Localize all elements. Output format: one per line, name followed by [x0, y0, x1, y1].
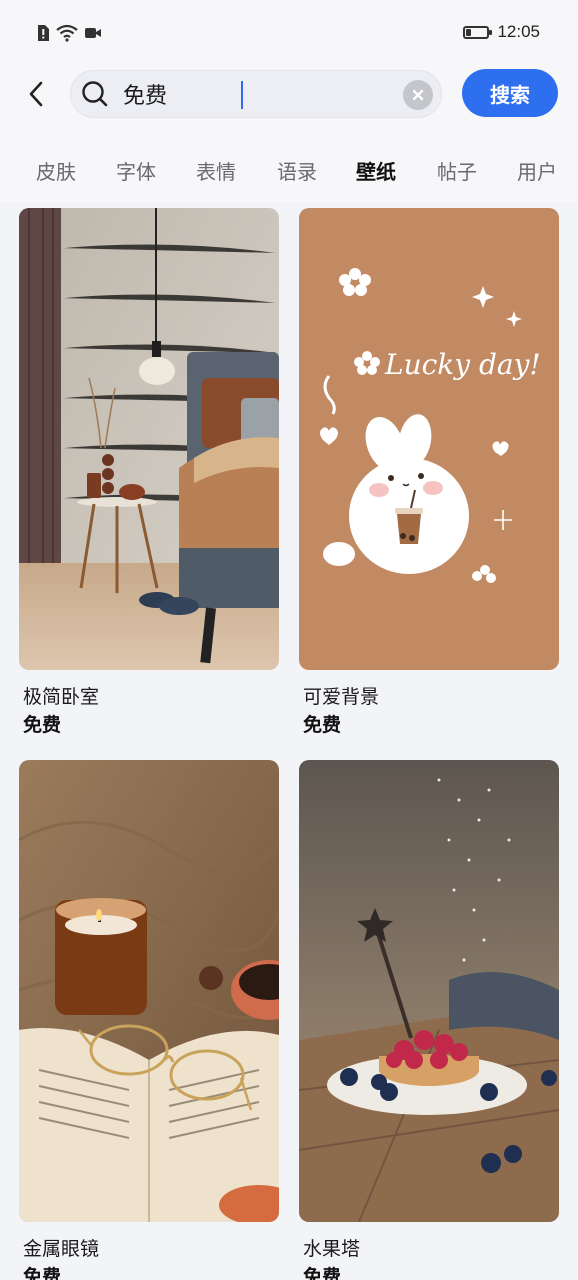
tab-wallpapers[interactable]: 壁纸	[356, 156, 396, 185]
status-bar: 12:05	[0, 0, 578, 62]
video-icon	[85, 28, 101, 38]
back-button[interactable]	[20, 74, 52, 114]
tab-quotes[interactable]: 语录	[277, 156, 317, 185]
tab-skins[interactable]: 皮肤	[36, 156, 76, 185]
wallpaper-card[interactable]: 水果塔 免费	[299, 760, 559, 1280]
search-box[interactable]	[70, 70, 442, 118]
status-icons-left	[36, 24, 102, 42]
wallpaper-price: 免费	[23, 1266, 62, 1280]
wallpaper-thumbnail-berry-tart	[299, 760, 559, 1222]
tab-posts[interactable]: 帖子	[437, 156, 477, 185]
wallpaper-title: 极简卧室	[23, 686, 100, 708]
alert-icon	[38, 25, 49, 41]
search-icon	[82, 81, 108, 107]
search-header: 搜索	[0, 62, 578, 126]
wallpaper-thumbnail-cute-bunny: Lucky day!	[299, 208, 559, 670]
close-icon	[412, 89, 424, 101]
wallpaper-grid: 极简卧室 免费 Lucky day! 可爱背景 免费 金属眼镜 免费 水果塔 免…	[0, 202, 578, 1280]
wallpaper-thumbnail-bedroom	[19, 208, 279, 670]
wallpaper-title: 水果塔	[303, 1238, 361, 1260]
wifi-icon	[56, 24, 78, 42]
category-tabs: 皮肤 字体 表情 语录 壁纸 帖子 用户	[0, 126, 578, 202]
wallpaper-price: 免费	[23, 714, 62, 736]
tab-fonts[interactable]: 字体	[116, 156, 156, 185]
wallpaper-thumbnail-glasses	[19, 760, 279, 1222]
wallpaper-title: 金属眼镜	[23, 1238, 100, 1260]
status-icons-right: 12:05	[463, 22, 540, 42]
wallpaper-title: 可爱背景	[303, 686, 380, 708]
text-caret	[241, 81, 243, 109]
lucky-day-text: Lucky day!	[384, 348, 541, 381]
tab-users[interactable]: 用户	[517, 156, 557, 185]
tab-stickers[interactable]: 表情	[196, 156, 236, 185]
search-button[interactable]: 搜索	[462, 69, 558, 117]
chevron-left-icon	[29, 81, 43, 107]
wallpaper-card[interactable]: 金属眼镜 免费	[19, 760, 279, 1280]
wallpaper-price: 免费	[303, 1266, 342, 1280]
clear-search-button[interactable]	[403, 80, 433, 110]
wallpaper-price: 免费	[303, 714, 342, 736]
search-input[interactable]	[123, 79, 393, 109]
wallpaper-card[interactable]: Lucky day! 可爱背景 免费	[299, 208, 559, 736]
battery-icon	[463, 25, 493, 39]
status-time: 12:05	[497, 22, 540, 41]
wallpaper-card[interactable]: 极简卧室 免费	[19, 208, 279, 736]
